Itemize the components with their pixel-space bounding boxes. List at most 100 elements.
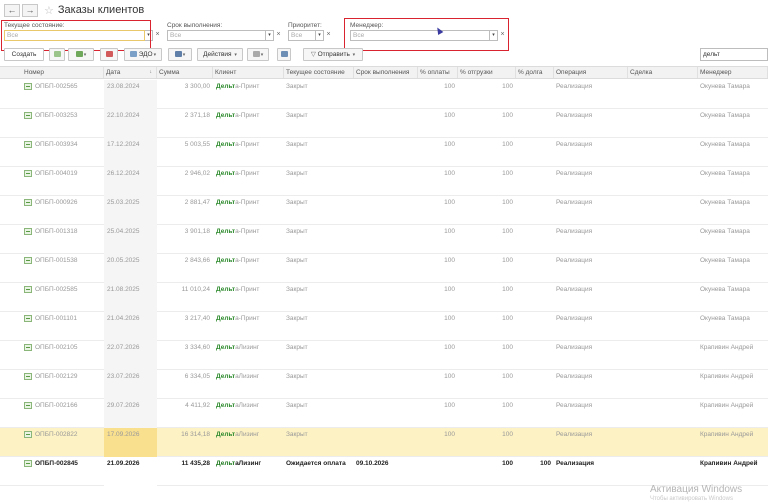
filter-due-label: Срок выполнения: — [167, 22, 223, 29]
send-button[interactable]: ▽ Отправить ▾ — [303, 48, 363, 61]
cell-sum: 2 946,02 — [184, 170, 210, 177]
col-shipped[interactable]: % отгрузки — [458, 67, 516, 78]
cell-operation: Реализация — [556, 286, 593, 293]
create-based-on-button[interactable]: ▾ — [68, 48, 94, 61]
cell-date: 17.12.2024 — [107, 141, 140, 148]
copy-button[interactable] — [49, 48, 65, 61]
forward-button[interactable]: → — [22, 3, 38, 17]
favorite-star-icon[interactable]: ☆ — [44, 4, 54, 17]
table-row[interactable]: ОПБП-003253 22.10.2024 Дельта-Принт 2 371,1… — [0, 109, 768, 138]
cell-client: ДельтаЛизинг — [214, 428, 284, 441]
cell-operation: Реализация — [556, 315, 593, 322]
cell-debt — [516, 138, 554, 151]
filter-state-clear-icon[interactable]: × — [153, 30, 162, 41]
cell-manager: Окунева Тамара — [700, 112, 750, 119]
cell-number: ОПБП-002585 — [35, 286, 78, 293]
col-client[interactable]: Клиент — [213, 67, 284, 78]
cell-number: ОПБП-002166 — [35, 402, 78, 409]
col-sum[interactable]: Сумма — [157, 67, 213, 78]
col-state[interactable]: Текущее состояние — [284, 67, 354, 78]
filter-due-input[interactable]: Все — [167, 30, 266, 41]
col-date[interactable]: Дата ↓ — [104, 67, 157, 78]
cell-sum: 6 334,05 — [184, 373, 210, 380]
cell-sum: 16 314,18 — [181, 431, 210, 438]
table-row[interactable]: ОПБП-002129 23.07.2026 ДельтаЛизинг 6 334,0… — [0, 370, 768, 399]
filter-manager: Менеджер: Все ▾ × — [350, 21, 507, 41]
filter-priority-clear-icon[interactable]: × — [324, 30, 333, 41]
print-button[interactable]: ▾ — [168, 48, 192, 61]
cell-number: ОПБП-002565 — [35, 83, 78, 90]
cell-debt — [516, 399, 554, 412]
cell-client: Дельта-Принт — [214, 225, 284, 238]
attachments-button[interactable]: ▾ — [247, 48, 269, 61]
filter-due-clear-icon[interactable]: × — [274, 30, 283, 41]
search-input[interactable]: дельт — [700, 48, 768, 61]
report-list-button[interactable] — [277, 48, 291, 61]
sort-desc-icon: ↓ — [149, 69, 153, 75]
table-row[interactable]: ОПБП-002166 29.07.2026 ДельтаЛизинг 4 411,9… — [0, 399, 768, 428]
cell-operation: Реализация — [556, 170, 593, 177]
col-manager[interactable]: Менеджер — [698, 67, 768, 78]
table-row[interactable]: ОПБП-002822 17.09.2026 ДельтаЛизинг 16 314,… — [0, 428, 768, 457]
filter-current-state: Текущее состояние: Все ▾ × — [4, 21, 162, 41]
table-row[interactable]: ОПБП-002845 21.09.2026 ДельтаЛизинг 11 435,… — [0, 457, 768, 486]
col-number[interactable]: Номер — [22, 67, 104, 78]
document-posted-icon — [24, 460, 32, 467]
client-match-highlight: Дельт — [216, 286, 236, 293]
create-button[interactable]: Создать — [4, 48, 44, 61]
cell-number: ОПБП-002822 — [35, 431, 78, 438]
col-due[interactable]: Срок выполнения — [354, 67, 418, 78]
cell-shipped: 100 — [502, 170, 513, 177]
table-row[interactable]: ОПБП-001101 21.04.2026 Дельта-Принт 3 217,4… — [0, 312, 768, 341]
cell-sum: 3 901,18 — [184, 228, 210, 235]
table-row[interactable]: ОПБП-002565 23.08.2024 Дельта-Принт 3 300,0… — [0, 80, 768, 109]
client-match-highlight: Дельт — [216, 373, 236, 380]
cell-client: Дельта-Принт — [214, 312, 284, 325]
client-match-highlight: Дельт — [216, 431, 236, 438]
cell-debt — [516, 341, 554, 354]
cell-paid: 100 — [444, 170, 455, 177]
cell-date: 25.04.2025 — [107, 228, 140, 235]
document-posted-icon — [24, 315, 32, 322]
filter-due-dropdown-icon[interactable]: ▾ — [266, 30, 274, 41]
table-row[interactable]: ОПБП-000926 25.03.2025 Дельта-Принт 2 881,4… — [0, 196, 768, 225]
col-debt[interactable]: % долга — [516, 67, 554, 78]
filter-manager-clear-icon[interactable]: × — [498, 30, 507, 41]
cell-debt — [516, 283, 554, 296]
cell-due — [354, 283, 418, 296]
cell-operation: Реализация — [556, 141, 593, 148]
filter-state-dropdown-icon[interactable]: ▾ — [145, 30, 153, 41]
cell-date: 21.09.2026 — [107, 460, 140, 467]
col-paid[interactable]: % оплаты — [418, 67, 458, 78]
table-row[interactable]: ОПБП-002585 21.08.2025 Дельта-Принт 11 010,… — [0, 283, 768, 312]
back-button[interactable]: ← — [4, 3, 20, 17]
table-row[interactable]: ОПБП-001318 25.04.2025 Дельта-Принт 3 901,1… — [0, 225, 768, 254]
cell-client: Дельта-Принт — [214, 138, 284, 151]
table-row[interactable]: ОПБП-004019 26.12.2024 Дельта-Принт 2 946,0… — [0, 167, 768, 196]
filter-priority-dropdown-icon[interactable]: ▾ — [316, 30, 324, 41]
filter-manager-input[interactable]: Все — [350, 30, 490, 41]
actions-button[interactable]: Действия ▾ — [197, 48, 243, 61]
cell-client: Дельта-Принт — [214, 254, 284, 267]
col-operation[interactable]: Операция — [554, 67, 628, 78]
cell-number: ОПБП-001318 — [35, 228, 78, 235]
filter-state-input[interactable]: Все — [4, 30, 145, 41]
edo-button[interactable]: ЭДО▾ — [124, 48, 162, 61]
table-row[interactable]: ОПБП-003934 17.12.2024 Дельта-Принт 5 003,5… — [0, 138, 768, 167]
cell-number: ОПБП-004019 — [35, 170, 78, 177]
cell-date: 17.09.2026 — [107, 431, 140, 438]
print-form-button[interactable] — [100, 48, 118, 61]
table-row[interactable]: ОПБП-001538 20.05.2025 Дельта-Принт 2 843,6… — [0, 254, 768, 283]
cell-paid: 100 — [444, 83, 455, 90]
col-deal[interactable]: Сделка — [628, 67, 698, 78]
cell-due — [354, 80, 418, 93]
cell-shipped: 100 — [502, 199, 513, 206]
cell-paid: 100 — [444, 431, 455, 438]
client-match-highlight: Дельт — [216, 83, 236, 90]
table-row[interactable]: ОПБП-002105 22.07.2026 ДельтаЛизинг 3 334,6… — [0, 341, 768, 370]
client-match-highlight: Дельт — [216, 170, 236, 177]
create-based-icon — [75, 51, 83, 58]
filter-priority-input[interactable]: Все — [288, 30, 316, 41]
filter-manager-dropdown-icon[interactable]: ▾ — [490, 30, 498, 41]
cell-paid — [418, 457, 458, 470]
